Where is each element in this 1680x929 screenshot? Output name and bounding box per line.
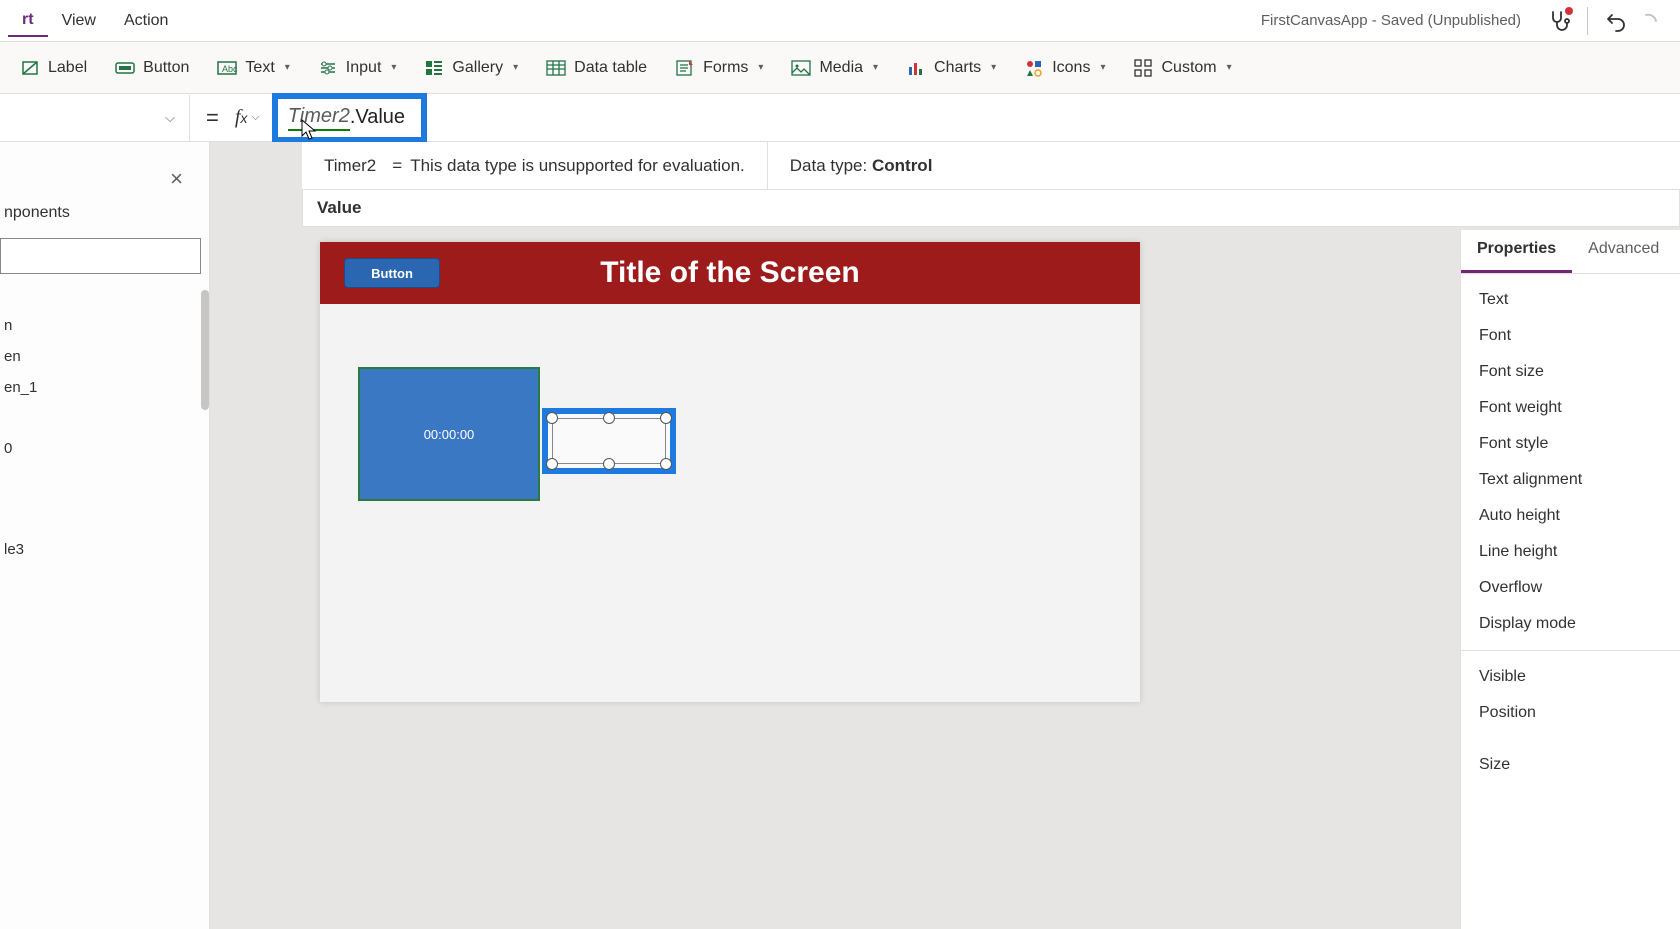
media-icon [791, 58, 811, 78]
prop-position[interactable]: Position [1461, 695, 1680, 731]
insert-media-button[interactable]: Media▾ [781, 52, 888, 84]
close-icon[interactable]: × [170, 166, 183, 192]
tab-properties[interactable]: Properties [1461, 230, 1572, 273]
formula-result-cell: Timer2=This data type is unsupported for… [302, 142, 768, 189]
tree-item[interactable]: en_1 [0, 372, 209, 403]
prop-auto-height[interactable]: Auto height [1461, 498, 1680, 534]
prop-overflow[interactable]: Overflow [1461, 570, 1680, 606]
label-icon [20, 58, 40, 78]
formula-token-name: Timer2 [288, 105, 350, 131]
properties-panel: Properties Advanced Text Font Font size … [1460, 230, 1680, 929]
menu-action[interactable]: Action [110, 6, 182, 36]
insert-button-button[interactable]: Button [105, 52, 199, 84]
datatable-icon [546, 58, 566, 78]
insert-gallery-button[interactable]: Gallery▾ [414, 52, 528, 84]
button-icon [115, 58, 135, 78]
undo-icon[interactable] [1604, 9, 1628, 33]
insert-label-button[interactable]: Label [10, 52, 97, 84]
tree-item[interactable]: en [0, 341, 209, 372]
charts-icon [906, 58, 926, 78]
tree-view-panel: × nponents n en en_1 0 le3 [0, 142, 210, 929]
prop-display-mode[interactable]: Display mode [1461, 606, 1680, 642]
prop-font[interactable]: Font [1461, 318, 1680, 354]
insert-charts-button[interactable]: Charts▾ [896, 52, 1006, 84]
icons-icon [1024, 58, 1044, 78]
svg-text:Abc: Abc [222, 64, 237, 74]
scrollbar[interactable] [201, 290, 209, 410]
canvas-header: Button Title of the Screen [320, 242, 1140, 304]
prop-font-size[interactable]: Font size [1461, 354, 1680, 390]
tree-search-input[interactable] [0, 238, 201, 274]
app-canvas[interactable]: Button Title of the Screen 00:00:00 [320, 242, 1140, 702]
text-icon: Abc [217, 58, 237, 78]
forms-icon [675, 58, 695, 78]
canvas-title-label: Title of the Screen [320, 256, 1140, 290]
tree-item[interactable]: 0 [0, 433, 209, 464]
resize-handle[interactable] [603, 412, 615, 424]
selected-label-control[interactable] [542, 408, 676, 474]
fx-icon[interactable]: fx [235, 106, 252, 129]
prop-font-weight[interactable]: Font weight [1461, 390, 1680, 426]
resize-handle[interactable] [603, 458, 615, 470]
fx-expand-icon[interactable]: ⌵ [251, 111, 259, 124]
app-status: FirstCanvasApp - Saved (Unpublished) [1261, 12, 1533, 29]
redo-icon[interactable] [1644, 9, 1658, 33]
insert-text-button[interactable]: Abc Text▾ [207, 52, 299, 84]
prop-size[interactable]: Size [1461, 747, 1680, 783]
datatype-cell: Data type: Control [768, 142, 955, 189]
input-icon [318, 58, 338, 78]
gallery-icon [424, 58, 444, 78]
custom-icon [1133, 58, 1153, 78]
tree-item[interactable]: n [0, 310, 209, 341]
insert-ribbon: Label Button Abc Text▾ Input▾ Gallery▾ D… [0, 42, 1680, 94]
resize-handle[interactable] [660, 412, 672, 424]
equals-sign: = [190, 105, 235, 131]
prop-font-style[interactable]: Font style [1461, 426, 1680, 462]
canvas-area: Timer2=This data type is unsupported for… [210, 142, 1680, 929]
resize-handle[interactable] [546, 412, 558, 424]
menu-insert[interactable]: rt [8, 5, 48, 37]
insert-datatable-button[interactable]: Data table [536, 52, 657, 84]
tab-advanced[interactable]: Advanced [1572, 230, 1675, 273]
formula-bar: ⌵ = fx ⌵ Timer2.Value [0, 94, 1680, 142]
insert-forms-button[interactable]: Forms▾ [665, 52, 773, 84]
prop-text-alignment[interactable]: Text alignment [1461, 462, 1680, 498]
canvas-button-control[interactable]: Button [344, 258, 440, 288]
prop-visible[interactable]: Visible [1461, 659, 1680, 695]
menu-bar: rt View Action FirstCanvasApp - Saved (U… [0, 0, 1680, 42]
prop-text[interactable]: Text [1461, 282, 1680, 318]
app-checker-icon[interactable] [1547, 9, 1571, 33]
formula-input-highlight[interactable]: Timer2.Value [272, 93, 427, 143]
insert-custom-button[interactable]: Custom▾ [1123, 52, 1241, 84]
prop-line-height[interactable]: Line height [1461, 534, 1680, 570]
intellisense-suggestion[interactable]: Value [302, 190, 1680, 227]
resize-handle[interactable] [546, 458, 558, 470]
property-dropdown[interactable]: ⌵ [0, 95, 190, 141]
menu-view[interactable]: View [48, 6, 110, 36]
resize-handle[interactable] [660, 458, 672, 470]
formula-token-rest: .Value [350, 106, 405, 129]
tree-item[interactable]: le3 [0, 534, 209, 565]
insert-input-button[interactable]: Input▾ [308, 52, 407, 84]
timer-control[interactable]: 00:00:00 [358, 367, 540, 501]
tree-tab-components[interactable]: nponents [0, 204, 209, 222]
insert-icons-button[interactable]: Icons▾ [1014, 52, 1115, 84]
